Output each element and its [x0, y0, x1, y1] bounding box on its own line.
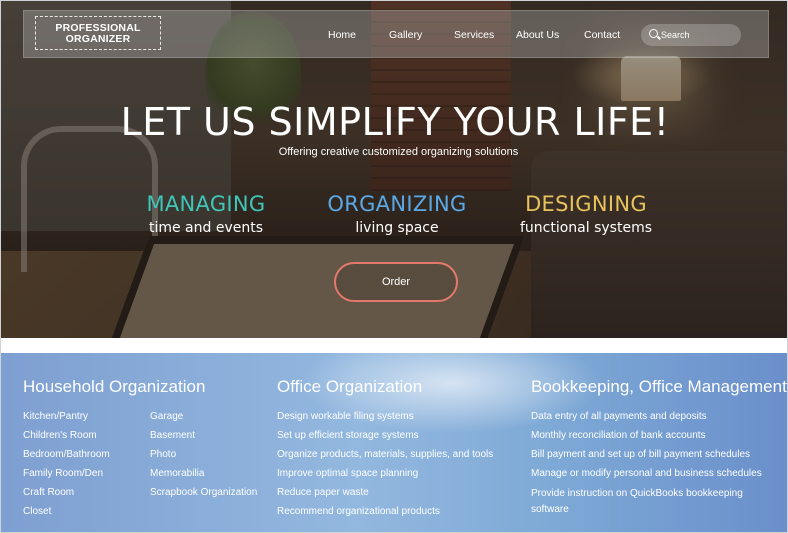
- services-section: Household Organization Kitchen/Pantry Ch…: [1, 353, 787, 532]
- household-item[interactable]: Memorabilia: [150, 467, 204, 480]
- nav-about-us[interactable]: About Us: [516, 29, 559, 41]
- bookkeeping-title: Bookkeeping, Office Management: [531, 377, 787, 396]
- order-button[interactable]: Order: [334, 262, 458, 302]
- pillar-title: MANAGING: [146, 192, 266, 216]
- household-item[interactable]: Basement: [150, 429, 195, 442]
- nav-services[interactable]: Services: [454, 29, 494, 41]
- pillar-organizing: ORGANIZING living space: [327, 192, 467, 236]
- office-item[interactable]: Recommend organizational products: [277, 505, 440, 518]
- pillar-subtitle: time and events: [148, 220, 264, 236]
- nav-gallery[interactable]: Gallery: [389, 29, 422, 41]
- hero-section: PROFESSIONAL ORGANIZER Home Gallery Serv…: [1, 1, 787, 338]
- household-title: Household Organization: [23, 377, 206, 396]
- office-item[interactable]: Set up efficient storage systems: [277, 429, 419, 442]
- pillar-managing: MANAGING time and events: [144, 192, 268, 236]
- search-input[interactable]: [661, 27, 737, 43]
- household-item[interactable]: Photo: [150, 448, 176, 461]
- page: PROFESSIONAL ORGANIZER Home Gallery Serv…: [0, 0, 788, 533]
- household-item[interactable]: Children's Room: [23, 429, 97, 442]
- household-item[interactable]: Kitchen/Pantry: [23, 410, 88, 423]
- search-icon[interactable]: [649, 29, 658, 38]
- pillar-subtitle: functional systems: [519, 220, 652, 236]
- office-item[interactable]: Reduce paper waste: [277, 486, 369, 499]
- hero-headline: LET US SIMPLIFY YOUR LIFE!: [120, 100, 670, 144]
- nav-contact[interactable]: Contact: [584, 29, 620, 41]
- bookkeeping-item[interactable]: Data entry of all payments and deposits: [531, 410, 707, 423]
- bookkeeping-item[interactable]: Bill payment and set up of bill payment …: [531, 448, 750, 461]
- office-item[interactable]: Design workable filing systems: [277, 410, 414, 423]
- nav-home[interactable]: Home: [328, 29, 356, 41]
- household-item[interactable]: Craft Room: [23, 486, 74, 499]
- household-item[interactable]: Bedroom/Bathroom: [23, 448, 110, 461]
- pillar-subtitle: living space: [355, 220, 439, 236]
- search-box[interactable]: [641, 24, 741, 46]
- bookkeeping-item[interactable]: Monthly reconciliation of bank accounts: [531, 429, 706, 442]
- hero-subheadline: Offering creative customized organizing …: [278, 146, 519, 158]
- office-title: Office Organization: [277, 377, 423, 396]
- logo-line-2: ORGANIZER: [65, 33, 131, 45]
- bookkeeping-item[interactable]: Provide instruction on QuickBooks bookke…: [531, 486, 766, 518]
- site-logo[interactable]: PROFESSIONAL ORGANIZER: [35, 16, 161, 50]
- household-item[interactable]: Closet: [23, 505, 51, 518]
- pillar-designing: DESIGNING functional systems: [519, 192, 653, 236]
- household-item[interactable]: Family Room/Den: [23, 467, 103, 480]
- household-item[interactable]: Garage: [150, 410, 183, 423]
- office-item[interactable]: Improve optimal space planning: [277, 467, 418, 480]
- top-nav: PROFESSIONAL ORGANIZER Home Gallery Serv…: [23, 10, 769, 58]
- bookkeeping-item[interactable]: Manage or modify personal and business s…: [531, 467, 762, 480]
- pillar-title: ORGANIZING: [327, 192, 467, 216]
- household-item[interactable]: Scrapbook Organization: [150, 486, 257, 499]
- pillar-title: DESIGNING: [525, 192, 647, 216]
- office-item[interactable]: Organize products, materials, supplies, …: [277, 448, 493, 461]
